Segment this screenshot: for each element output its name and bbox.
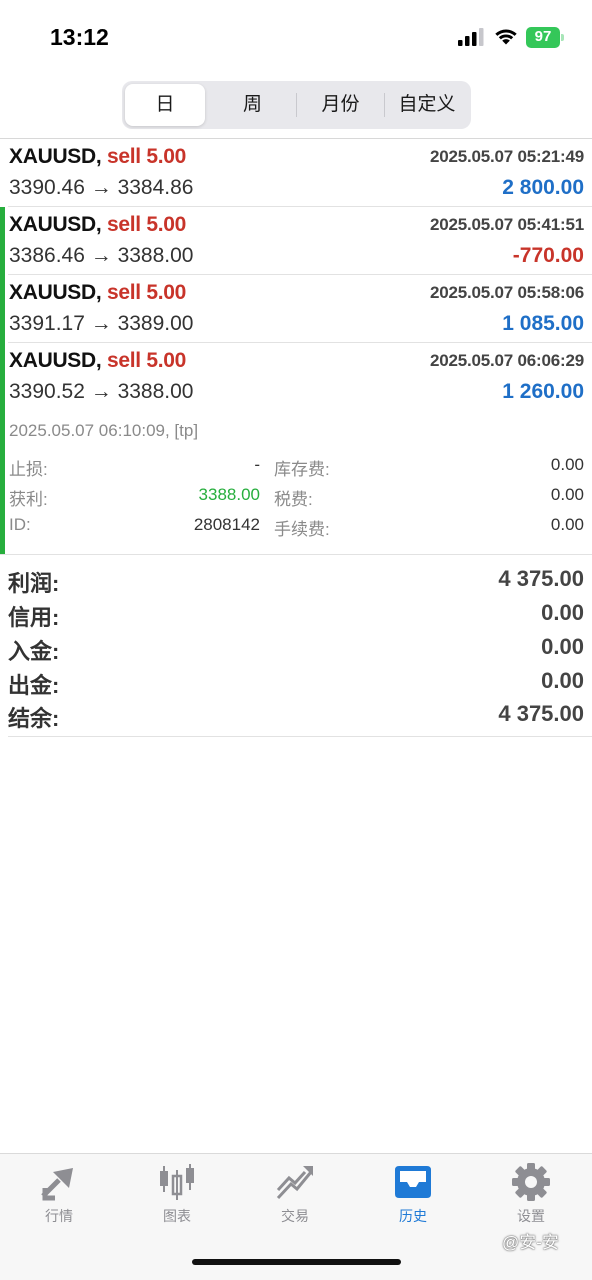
tab-month[interactable]: 月份 [297, 84, 384, 126]
nav-history[interactable]: 历史 [354, 1162, 472, 1242]
nav-label: 交易 [281, 1208, 309, 1224]
battery-level: 97 [534, 28, 552, 45]
trade-row-expanded[interactable]: XAUUSD, sell 5.00 2025.05.07 06:06:29 33… [0, 343, 592, 555]
tab-day[interactable]: 日 [125, 84, 205, 126]
trade-trend-icon [276, 1166, 313, 1200]
summary-value: 4 375.00 [498, 566, 584, 591]
candlestick-chart-icon [160, 1164, 194, 1200]
open-position-marker [0, 275, 5, 343]
trade-side: sell 5.00 [106, 213, 187, 236]
trade-side: sell 5.00 [106, 281, 187, 304]
trade-symbol: XAUUSD, [9, 213, 102, 236]
trade-symbol: XAUUSD, [9, 145, 102, 168]
trade-side: sell 5.00 [106, 349, 187, 372]
summary-row-deposit: 入金: 0.00 [8, 634, 584, 668]
summary-value: 0.00 [541, 668, 584, 693]
tax-value: 0.00 [550, 485, 584, 504]
take-profit-label: 获利: [9, 490, 48, 509]
home-indicator[interactable] [192, 1259, 401, 1265]
watermark: @安-安 [502, 1233, 559, 1252]
nav-quotes[interactable]: 行情 [0, 1162, 118, 1242]
trade-prices: 3391.17 → 3389.00 [9, 312, 194, 335]
trade-prices: 3386.46 → 3388.00 [9, 244, 194, 267]
trade-profit: -770.00 [512, 244, 584, 267]
id-label: ID: [9, 515, 31, 534]
commission-label: 手续费: [274, 520, 330, 539]
cellular-signal-icon [458, 28, 484, 46]
nav-charts[interactable]: 图表 [118, 1162, 236, 1242]
quotes-arrows-icon [41, 1168, 73, 1201]
period-tabs: 日 周 月份 自定义 [122, 81, 471, 129]
trade-prices: 3390.52 → 3388.00 [9, 380, 194, 403]
tab-custom[interactable]: 自定义 [385, 84, 469, 126]
swap-value: 0.00 [550, 455, 584, 474]
close-time: 2025.05.07 06:10:09, [tp] [9, 421, 199, 440]
summary-row-profit: 利润: 4 375.00 [8, 566, 584, 600]
summary-label: 利润: [8, 571, 60, 596]
stop-loss-label: 止损: [9, 460, 48, 479]
trade-row[interactable]: XAUUSD, sell 5.00 2025.05.07 05:58:06 33… [0, 275, 592, 343]
summary-row-credit: 信用: 0.00 [8, 600, 584, 634]
summary-value: 4 375.00 [498, 701, 584, 726]
wifi-icon [495, 29, 517, 45]
trade-profit: 2 800.00 [502, 176, 584, 199]
swap-label: 库存费: [274, 460, 330, 479]
status-bar: 13:12 97 [0, 0, 592, 72]
summary-label: 信用: [8, 605, 60, 630]
divider [0, 554, 592, 555]
trade-row[interactable]: XAUUSD, sell 5.00 2025.05.07 05:41:51 33… [0, 207, 592, 275]
summary-value: 0.00 [541, 634, 584, 659]
open-position-marker [0, 207, 5, 275]
trade-prices: 3390.46 → 3384.86 [9, 176, 194, 199]
trade-time: 2025.05.07 06:06:29 [429, 351, 584, 370]
summary-label: 出金: [8, 673, 60, 698]
battery-indicator: 97 [526, 27, 564, 48]
take-profit-value: 3388.00 [198, 485, 260, 504]
summary-value: 0.00 [541, 600, 584, 625]
summary-row-balance: 结余: 4 375.00 [8, 701, 584, 735]
id-value: 2808142 [193, 515, 260, 534]
stop-loss-value: - [254, 455, 260, 474]
nav-trade[interactable]: 交易 [236, 1162, 354, 1242]
tax-label: 税费: [274, 490, 313, 509]
trade-profit: 1 085.00 [502, 312, 584, 335]
trade-side: sell 5.00 [106, 145, 187, 168]
summary-label: 入金: [8, 639, 60, 664]
history-inbox-icon [395, 1166, 431, 1198]
tab-week[interactable]: 周 [210, 84, 295, 126]
trade-symbol: XAUUSD, [9, 281, 102, 304]
summary-row-withdrawal: 出金: 0.00 [8, 668, 584, 702]
trade-time: 2025.05.07 05:41:51 [429, 215, 584, 234]
summary-label: 结余: [8, 706, 60, 731]
nav-label: 行情 [45, 1208, 73, 1224]
nav-label: 图表 [163, 1208, 191, 1224]
trade-symbol: XAUUSD, [9, 349, 102, 372]
trade-time: 2025.05.07 05:58:06 [429, 283, 584, 302]
commission-value: 0.00 [550, 515, 584, 534]
open-position-marker [0, 343, 5, 555]
trade-row[interactable]: XAUUSD, sell 5.00 2025.05.07 05:21:49 33… [0, 139, 592, 207]
trade-time: 2025.05.07 05:21:49 [429, 147, 584, 166]
nav-label: 设置 [517, 1208, 545, 1224]
trade-profit: 1 260.00 [502, 380, 584, 403]
divider [8, 736, 592, 737]
gear-icon [512, 1163, 550, 1201]
status-time: 13:12 [50, 24, 109, 50]
nav-label: 历史 [399, 1208, 427, 1224]
